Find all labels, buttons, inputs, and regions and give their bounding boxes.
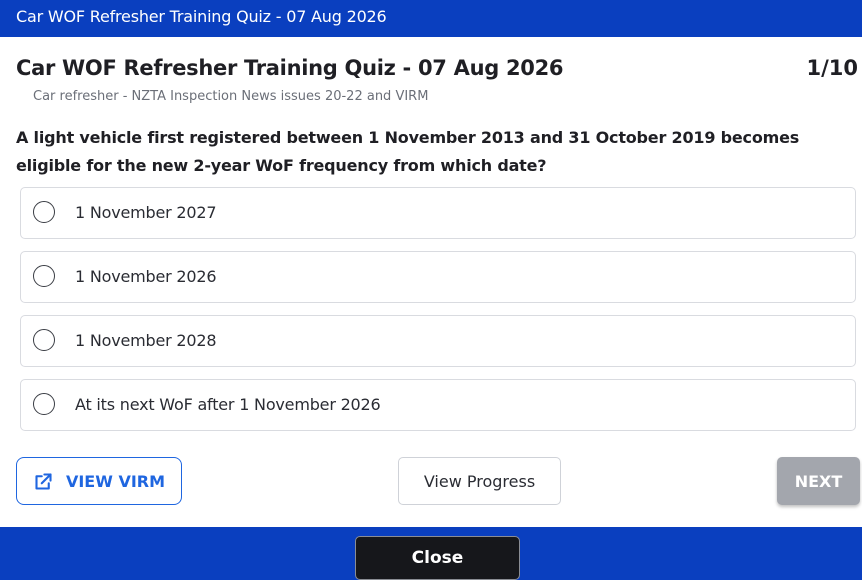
- answer-option-label: 1 November 2028: [75, 331, 217, 350]
- answer-option-label: At its next WoF after 1 November 2026: [75, 395, 381, 414]
- view-progress-button[interactable]: View Progress: [398, 457, 561, 505]
- radio-button[interactable]: [33, 393, 55, 415]
- answer-option-3[interactable]: 1 November 2028: [20, 315, 856, 367]
- answer-option-label: 1 November 2027: [75, 203, 217, 222]
- quiz-title: Car WOF Refresher Training Quiz - 07 Aug…: [16, 56, 564, 80]
- radio-button[interactable]: [33, 329, 55, 351]
- answer-option-1[interactable]: 1 November 2027: [20, 187, 856, 239]
- answer-option-2[interactable]: 1 November 2026: [20, 251, 856, 303]
- window-title: Car WOF Refresher Training Quiz - 07 Aug…: [16, 7, 387, 26]
- next-label: NEXT: [794, 471, 843, 491]
- close-label: Close: [411, 548, 464, 568]
- question-text: A light vehicle first registered between…: [16, 128, 800, 175]
- view-progress-label: View Progress: [423, 471, 536, 491]
- footer-bar: Close: [0, 527, 862, 580]
- answer-option-4[interactable]: At its next WoF after 1 November 2026: [20, 379, 856, 431]
- quiz-subtitle: Car refresher - NZTA Inspection News iss…: [33, 89, 429, 104]
- window-title-bar: Car WOF Refresher Training Quiz - 07 Aug…: [0, 0, 862, 37]
- question-counter: 1/10: [806, 56, 858, 80]
- answer-options: 1 November 2027 1 November 2026 1 Novemb…: [20, 187, 856, 443]
- external-link-icon: [33, 471, 54, 492]
- quiz-window: Car WOF Refresher Training Quiz - 07 Aug…: [0, 0, 862, 580]
- radio-button[interactable]: [33, 201, 55, 223]
- view-virm-label: VIEW VIRM: [65, 471, 166, 491]
- next-button[interactable]: NEXT: [777, 457, 860, 505]
- view-virm-button[interactable]: VIEW VIRM: [16, 457, 182, 505]
- close-button[interactable]: Close: [355, 536, 520, 580]
- answer-option-label: 1 November 2026: [75, 267, 217, 286]
- radio-button[interactable]: [33, 265, 55, 287]
